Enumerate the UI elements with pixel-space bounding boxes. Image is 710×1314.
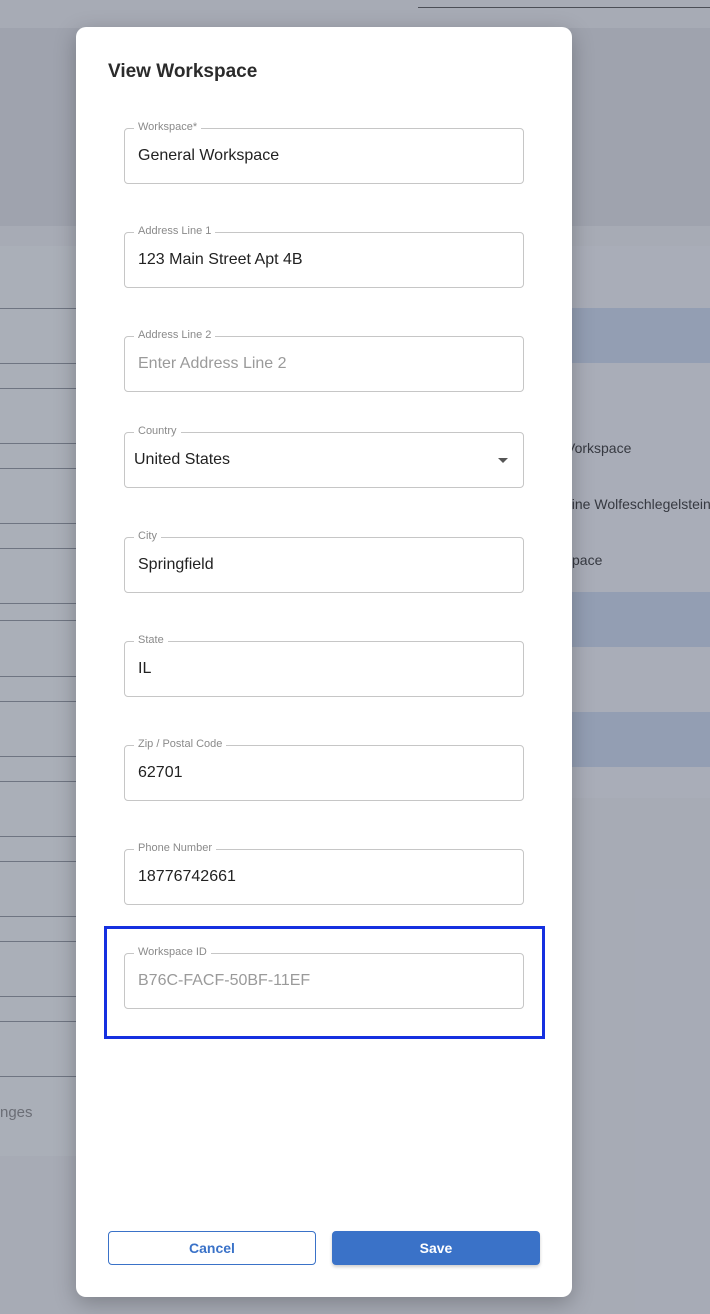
workspace-field-value: General Workspace	[138, 147, 280, 164]
save-button[interactable]: Save	[332, 1231, 540, 1265]
address-line-2-label: Address Line 2	[134, 328, 216, 342]
phone-number-label: Phone Number	[134, 841, 216, 855]
cancel-button[interactable]: Cancel	[108, 1231, 316, 1265]
dialog-title: View Workspace	[108, 61, 258, 82]
workspace-id-value: B76C-FACF-50BF-11EF	[138, 972, 311, 989]
address-line-1-value: 123 Main Street Apt 4B	[138, 251, 303, 268]
address-line-2-field[interactable]: Address Line 2	[124, 328, 524, 392]
phone-number-value: 18776742661	[138, 868, 236, 885]
city-value: Springfield	[138, 556, 214, 573]
address-line-1-field[interactable]: Address Line 1 123 Main Street Apt 4B	[124, 224, 524, 288]
workspace-field-label: Workspace*	[134, 120, 202, 134]
country-select[interactable]: Country United States	[124, 424, 524, 488]
zip-code-value: 62701	[138, 764, 183, 781]
workspace-id-field: Workspace ID B76C-FACF-50BF-11EF	[124, 945, 524, 1009]
workspace-field[interactable]: Workspace* General Workspace	[124, 120, 524, 184]
address-line-1-label: Address Line 1	[134, 224, 216, 238]
city-label: City	[134, 529, 161, 543]
country-label: Country	[134, 424, 181, 438]
state-label: State	[134, 633, 168, 647]
view-workspace-dialog: View Workspace Workspace* General Worksp…	[76, 27, 572, 1297]
phone-number-field[interactable]: Phone Number 18776742661	[124, 841, 524, 905]
country-value: United States	[134, 451, 231, 468]
workspace-id-label: Workspace ID	[134, 945, 211, 959]
state-field[interactable]: State IL	[124, 633, 524, 697]
chevron-down-icon[interactable]	[498, 458, 508, 463]
city-field[interactable]: City Springfield	[124, 529, 524, 593]
address-line-2-input[interactable]	[138, 351, 508, 377]
zip-code-field[interactable]: Zip / Postal Code 62701	[124, 737, 524, 801]
state-value: IL	[138, 660, 152, 677]
zip-code-label: Zip / Postal Code	[134, 737, 227, 751]
